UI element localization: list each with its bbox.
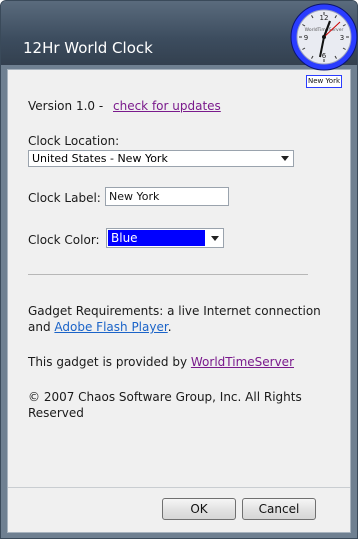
requirements-and: and (28, 320, 51, 334)
adobe-flash-link[interactable]: Adobe Flash Player (54, 320, 167, 334)
clock-color-label: Clock Color: (28, 233, 100, 247)
requirements-period: . (167, 320, 172, 334)
clock-location-select[interactable]: United States - New York (28, 150, 294, 167)
clock-color-value: Blue (108, 230, 205, 246)
provider-row: This gadget is provided by WorldTimeServ… (28, 355, 294, 369)
clock-location-label: Clock Location: (28, 134, 120, 148)
version-text: Version 1.0 - (28, 99, 104, 113)
settings-panel: Version 1.0 - check for updates Clock Lo… (7, 69, 351, 533)
requirements-line1: Gadget Requirements: a live Internet con… (28, 304, 321, 318)
clock-gadget[interactable]: 12 3 6 9 WorldTimeServer New York (290, 0, 360, 92)
clock-label-input[interactable]: New York (105, 187, 229, 206)
version-row: Version 1.0 - check for updates (28, 99, 221, 113)
clock-location-value: United States - New York (32, 152, 168, 165)
dropdown-arrow-icon (281, 156, 289, 161)
divider (28, 274, 308, 275)
clock-city-label: New York (306, 75, 342, 88)
clock-brand-text: WorldTimeServer (305, 27, 344, 33)
clock-number-12: 12 (320, 14, 329, 22)
clock-number-6: 6 (322, 52, 327, 60)
clock-number-9: 9 (304, 34, 308, 42)
worldtimeserver-link[interactable]: WorldTimeServer (191, 355, 294, 369)
provider-text: This gadget is provided by (28, 355, 188, 369)
dropdown-arrow-icon (211, 236, 219, 241)
check-updates-link[interactable]: check for updates (113, 99, 221, 113)
clock-label-label: Clock Label: (28, 191, 101, 205)
clock-number-3: 3 (340, 34, 344, 42)
ok-button[interactable]: OK (162, 498, 236, 520)
copyright-line1: © 2007 Chaos Software Group, Inc. All Ri… (28, 390, 302, 404)
copyright-line2: Reserved (28, 406, 84, 420)
window-title: 12Hr World Clock (23, 39, 153, 57)
clock-color-select[interactable]: Blue (106, 228, 224, 248)
clock-face-icon: 12 3 6 9 WorldTimeServer (290, 3, 358, 71)
requirements-line2: and Adobe Flash Player. (28, 320, 172, 334)
cancel-button[interactable]: Cancel (242, 498, 316, 520)
button-bar: OK Cancel (8, 487, 350, 532)
